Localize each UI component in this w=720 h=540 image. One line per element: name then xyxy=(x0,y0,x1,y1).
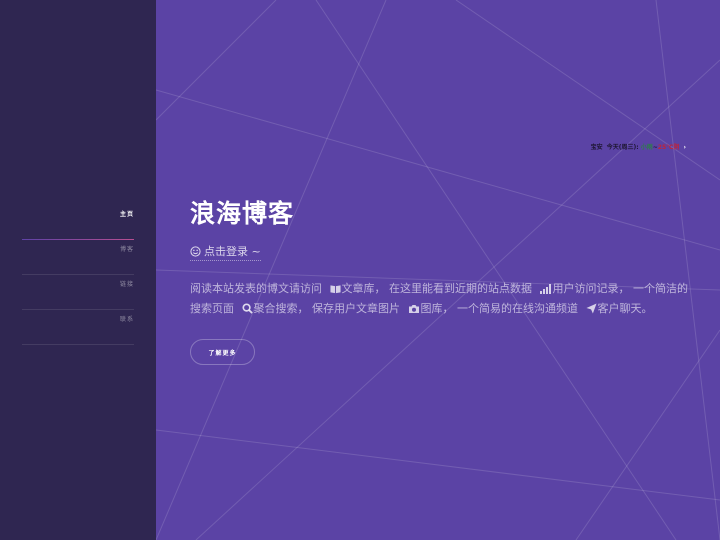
sidebar-nav: 主页 博客 链接 联系 xyxy=(22,205,134,345)
nav-item-blog[interactable]: 博客 xyxy=(22,240,134,275)
nav-item-links[interactable]: 链接 xyxy=(22,275,134,310)
login-link[interactable]: 点击登录 ~ xyxy=(190,243,261,261)
smiley-icon xyxy=(190,246,201,257)
main-content: 宝安 今天(周三): 小雨~25℃阴 › 浪海博客 点击登录 ~ 阅读本站发表的… xyxy=(156,0,720,540)
sidebar: 主页 博客 链接 联系 xyxy=(0,0,156,540)
signal-bars-icon xyxy=(539,284,551,294)
search-link[interactable]: 聚合搜索 xyxy=(254,302,298,315)
site-description: 阅读本站发表的博文请访问 文章库， 在这里能看到近期的站点数据 用户访问记录 ， … xyxy=(190,279,690,319)
paper-plane-icon xyxy=(585,303,597,314)
desc-text-2: ， 在这里能看到近期的站点数据 xyxy=(374,282,533,295)
chevron-right-icon[interactable]: › xyxy=(684,144,686,151)
weather-condition: 小雨 xyxy=(640,144,653,151)
chat-link[interactable]: 客户聊天 xyxy=(598,302,642,315)
search-icon xyxy=(241,303,253,314)
learn-more-button[interactable]: 了解更多 xyxy=(190,339,255,365)
book-icon xyxy=(329,285,341,294)
nav-item-home[interactable]: 主页 xyxy=(22,205,134,240)
login-text: 点击登录 ~ xyxy=(204,245,261,258)
desc-text-5: ， 一个简易的在线沟通频道 xyxy=(442,302,579,315)
site-title: 浪海博客 xyxy=(190,199,295,228)
camera-icon xyxy=(408,305,419,313)
desc-text-6: 。 xyxy=(641,302,653,315)
weather-temperature: 25℃阴 xyxy=(657,144,680,151)
gallery-link[interactable]: 图库 xyxy=(421,302,443,315)
weather-widget[interactable]: 宝安 今天(周三): 小雨~25℃阴 › xyxy=(591,142,686,151)
background-lines-decoration xyxy=(156,0,720,540)
visits-link[interactable]: 用户访问记录 xyxy=(553,282,619,295)
nav-item-contact[interactable]: 联系 xyxy=(22,310,134,345)
weather-day: 今天(周三): xyxy=(606,144,639,151)
desc-text-1: 阅读本站发表的博文请访问 xyxy=(190,282,322,295)
weather-city: 宝安 xyxy=(590,144,603,151)
articles-link[interactable]: 文章库 xyxy=(342,282,375,295)
desc-text-4: ， 保存用户文章图片 xyxy=(297,302,401,315)
